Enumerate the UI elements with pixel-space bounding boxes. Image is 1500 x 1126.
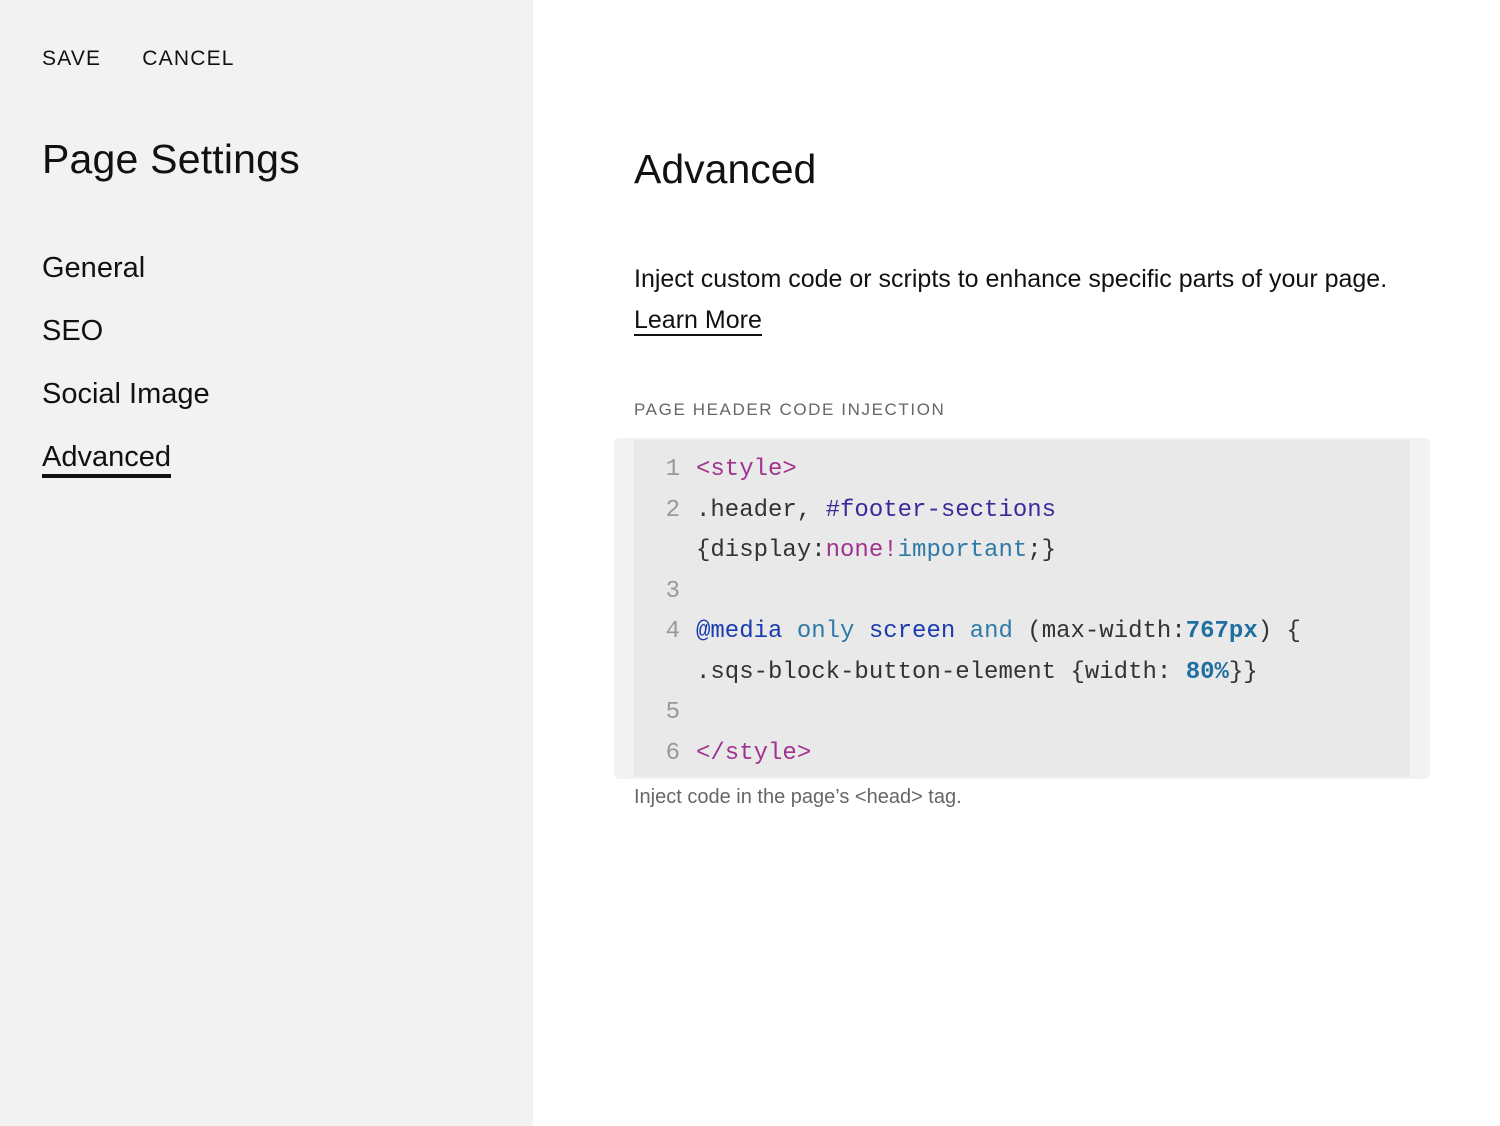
nav-item-advanced[interactable]: Advanced — [42, 441, 171, 478]
nav-item-social-image[interactable]: Social Image — [42, 378, 210, 413]
code-text: <style> — [696, 456, 797, 483]
code-text: .header, #footer-sections — [696, 496, 1057, 524]
settings-nav: General SEO Social Image Advanced — [42, 252, 210, 504]
code-editor[interactable]: 1 <style> 2 .header, #footer-sections {d… — [614, 438, 1430, 779]
code-text: .sqs-block-button-element {width: 80%}} — [696, 658, 1258, 686]
code-line: .sqs-block-button-element {width: 80%}} — [634, 653, 1410, 694]
cancel-button[interactable]: CANCEL — [142, 47, 234, 71]
code-area[interactable]: 1 <style> 2 .header, #footer-sections {d… — [634, 440, 1410, 777]
line-number: 2 — [665, 496, 680, 524]
save-button[interactable]: SAVE — [42, 47, 101, 71]
main-panel: Advanced Inject custom code or scripts t… — [533, 0, 1500, 1126]
description: Inject custom code or scripts to enhance… — [634, 259, 1424, 341]
line-number: 4 — [665, 618, 680, 645]
code-line: 6 </style> — [634, 734, 1410, 775]
code-text: </style> — [696, 739, 812, 767]
code-line: {display:none!important;} — [634, 531, 1410, 572]
learn-more-link[interactable]: Learn More — [634, 306, 762, 336]
line-number: 6 — [665, 739, 680, 767]
code-line: 2 .header, #footer-sections — [634, 491, 1410, 532]
sidebar: SAVE CANCEL Page Settings General SEO So… — [0, 0, 533, 1126]
code-line: 1 <style> — [634, 450, 1410, 491]
nav-item-seo[interactable]: SEO — [42, 315, 103, 350]
code-line: 5 — [634, 693, 1410, 734]
line-number: 5 — [665, 699, 680, 726]
code-line: 4 @media only screen and (max-width:767p… — [634, 612, 1410, 653]
helper-text: Inject code in the page’s <head> tag. — [634, 786, 962, 808]
line-number — [634, 653, 696, 694]
sidebar-title: Page Settings — [42, 136, 300, 182]
line-number: 3 — [665, 577, 680, 605]
code-line: 3 — [634, 572, 1410, 613]
description-text: Inject custom code or scripts to enhance… — [634, 265, 1388, 293]
line-number: 1 — [665, 456, 680, 483]
line-number — [634, 531, 696, 572]
section-label: PAGE HEADER CODE INJECTION — [634, 400, 946, 419]
code-text: @media only screen and (max-width:767px)… — [696, 618, 1301, 645]
nav-item-general[interactable]: General — [42, 252, 145, 287]
code-text: {display:none!important;} — [696, 537, 1057, 564]
page-title: Advanced — [634, 146, 817, 192]
top-actions: SAVE CANCEL — [42, 47, 235, 71]
